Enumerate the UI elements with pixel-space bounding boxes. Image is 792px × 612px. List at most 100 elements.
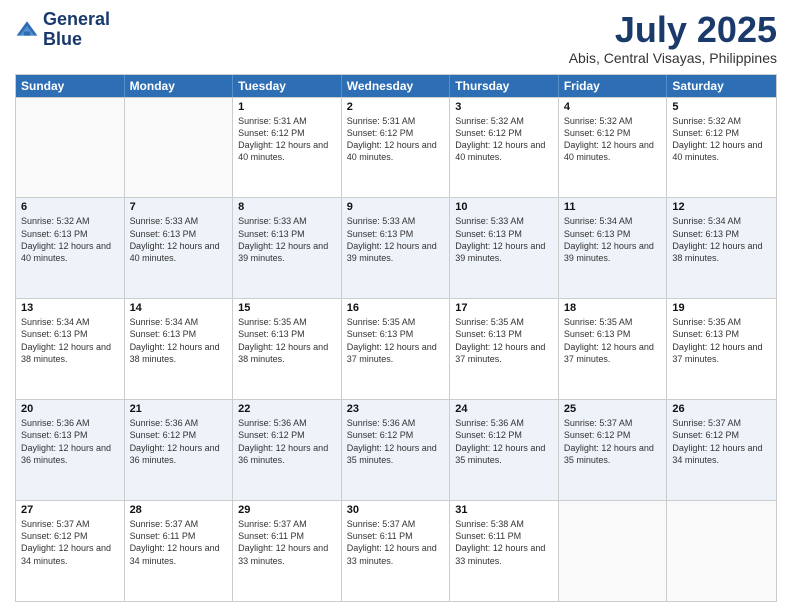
day-info: Sunrise: 5:34 AM Sunset: 6:13 PM Dayligh… — [130, 316, 228, 365]
calendar-cell: 13 Sunrise: 5:34 AM Sunset: 6:13 PM Dayli… — [16, 299, 125, 399]
day-info: Sunrise: 5:34 AM Sunset: 6:13 PM Dayligh… — [672, 215, 771, 264]
calendar-row: 20 Sunrise: 5:36 AM Sunset: 6:13 PM Dayli… — [16, 399, 776, 500]
day-number: 1 — [238, 101, 336, 113]
day-number: 22 — [238, 403, 336, 415]
day-number: 21 — [130, 403, 228, 415]
day-info: Sunrise: 5:31 AM Sunset: 6:12 PM Dayligh… — [347, 115, 445, 164]
calendar-cell: 30 Sunrise: 5:37 AM Sunset: 6:11 PM Dayli… — [342, 501, 451, 601]
header: General Blue July 2025 Abis, Central Vis… — [15, 10, 777, 66]
day-number: 9 — [347, 201, 445, 213]
day-number: 29 — [238, 504, 336, 516]
day-info: Sunrise: 5:36 AM Sunset: 6:12 PM Dayligh… — [130, 417, 228, 466]
calendar-cell: 17Sunrise: 5:35 AM Sunset: 6:13 PM Dayli… — [450, 299, 559, 399]
day-number: 4 — [564, 101, 662, 113]
day-info: Sunrise: 5:33 AM Sunset: 6:13 PM Dayligh… — [347, 215, 445, 264]
calendar-cell: 19Sunrise: 5:35 AM Sunset: 6:13 PM Dayli… — [667, 299, 776, 399]
calendar-cell: 26 Sunrise: 5:37 AM Sunset: 6:12 PM Dayli… — [667, 400, 776, 500]
calendar-cell: 6Sunrise: 5:32 AM Sunset: 6:13 PM Daylig… — [16, 198, 125, 298]
calendar-cell: 4 Sunrise: 5:32 AM Sunset: 6:12 PM Daylig… — [559, 98, 668, 198]
day-info: Sunrise: 5:35 AM Sunset: 6:13 PM Dayligh… — [672, 316, 771, 365]
day-number: 5 — [672, 101, 771, 113]
calendar-row: 27 Sunrise: 5:37 AM Sunset: 6:12 PM Dayli… — [16, 500, 776, 601]
calendar-cell: 9 Sunrise: 5:33 AM Sunset: 6:13 PM Daylig… — [342, 198, 451, 298]
day-number: 18 — [564, 302, 662, 314]
day-info: Sunrise: 5:31 AM Sunset: 6:12 PM Dayligh… — [238, 115, 336, 164]
calendar-cell: 3 Sunrise: 5:32 AM Sunset: 6:12 PM Daylig… — [450, 98, 559, 198]
day-info: Sunrise: 5:37 AM Sunset: 6:12 PM Dayligh… — [564, 417, 662, 466]
day-number: 25 — [564, 403, 662, 415]
day-info: Sunrise: 5:37 AM Sunset: 6:11 PM Dayligh… — [347, 518, 445, 567]
month-year: July 2025 — [569, 10, 777, 50]
logo-text: General Blue — [43, 10, 110, 50]
calendar-page: General Blue July 2025 Abis, Central Vis… — [0, 0, 792, 612]
day-info: Sunrise: 5:32 AM Sunset: 6:12 PM Dayligh… — [564, 115, 662, 164]
calendar-cell: 24 Sunrise: 5:36 AM Sunset: 6:12 PM Dayli… — [450, 400, 559, 500]
logo-line1: General — [43, 10, 110, 30]
calendar-cell: 12 Sunrise: 5:34 AM Sunset: 6:13 PM Dayli… — [667, 198, 776, 298]
day-number: 24 — [455, 403, 553, 415]
day-info: Sunrise: 5:35 AM Sunset: 6:13 PM Dayligh… — [455, 316, 553, 365]
day-number: 26 — [672, 403, 771, 415]
calendar-cell: 28 Sunrise: 5:37 AM Sunset: 6:11 PM Dayli… — [125, 501, 234, 601]
day-number: 6 — [21, 201, 119, 213]
day-number: 28 — [130, 504, 228, 516]
day-info: Sunrise: 5:36 AM Sunset: 6:13 PM Dayligh… — [21, 417, 119, 466]
day-info: Sunrise: 5:36 AM Sunset: 6:12 PM Dayligh… — [347, 417, 445, 466]
calendar-cell: 27 Sunrise: 5:37 AM Sunset: 6:12 PM Dayli… — [16, 501, 125, 601]
calendar-cell: 5Sunrise: 5:32 AM Sunset: 6:12 PM Daylig… — [667, 98, 776, 198]
day-info: Sunrise: 5:37 AM Sunset: 6:12 PM Dayligh… — [672, 417, 771, 466]
day-info: Sunrise: 5:33 AM Sunset: 6:13 PM Dayligh… — [130, 215, 228, 264]
calendar-cell — [16, 98, 125, 198]
day-number: 12 — [672, 201, 771, 213]
calendar-cell: 18 Sunrise: 5:35 AM Sunset: 6:13 PM Dayli… — [559, 299, 668, 399]
day-number: 30 — [347, 504, 445, 516]
location: Abis, Central Visayas, Philippines — [569, 50, 777, 66]
day-number: 10 — [455, 201, 553, 213]
calendar-row: 6Sunrise: 5:32 AM Sunset: 6:13 PM Daylig… — [16, 197, 776, 298]
calendar-cell: 7 Sunrise: 5:33 AM Sunset: 6:13 PM Daylig… — [125, 198, 234, 298]
calendar-body: 1 Sunrise: 5:31 AM Sunset: 6:12 PM Daylig… — [16, 97, 776, 601]
day-info: Sunrise: 5:38 AM Sunset: 6:11 PM Dayligh… — [455, 518, 553, 567]
title-block: July 2025 Abis, Central Visayas, Philipp… — [569, 10, 777, 66]
calendar-header: SundayMondayTuesdayWednesdayThursdayFrid… — [16, 75, 776, 97]
day-number: 14 — [130, 302, 228, 314]
calendar-cell: 31 Sunrise: 5:38 AM Sunset: 6:11 PM Dayli… — [450, 501, 559, 601]
day-number: 8 — [238, 201, 336, 213]
day-info: Sunrise: 5:35 AM Sunset: 6:13 PM Dayligh… — [564, 316, 662, 365]
calendar-cell: 2Sunrise: 5:31 AM Sunset: 6:12 PM Daylig… — [342, 98, 451, 198]
calendar-cell: 25 Sunrise: 5:37 AM Sunset: 6:12 PM Dayli… — [559, 400, 668, 500]
day-info: Sunrise: 5:34 AM Sunset: 6:13 PM Dayligh… — [564, 215, 662, 264]
day-number: 20 — [21, 403, 119, 415]
day-number: 27 — [21, 504, 119, 516]
calendar-cell — [667, 501, 776, 601]
day-info: Sunrise: 5:32 AM Sunset: 6:12 PM Dayligh… — [455, 115, 553, 164]
calendar-cell: 20 Sunrise: 5:36 AM Sunset: 6:13 PM Dayli… — [16, 400, 125, 500]
day-info: Sunrise: 5:37 AM Sunset: 6:12 PM Dayligh… — [21, 518, 119, 567]
day-info: Sunrise: 5:36 AM Sunset: 6:12 PM Dayligh… — [455, 417, 553, 466]
day-info: Sunrise: 5:35 AM Sunset: 6:13 PM Dayligh… — [238, 316, 336, 365]
logo-icon — [15, 18, 39, 42]
calendar-cell: 10Sunrise: 5:33 AM Sunset: 6:13 PM Dayli… — [450, 198, 559, 298]
calendar-cell: 8Sunrise: 5:33 AM Sunset: 6:13 PM Daylig… — [233, 198, 342, 298]
weekday-header: Wednesday — [342, 75, 451, 97]
weekday-header: Tuesday — [233, 75, 342, 97]
logo-line2: Blue — [43, 30, 110, 50]
day-info: Sunrise: 5:37 AM Sunset: 6:11 PM Dayligh… — [130, 518, 228, 567]
calendar-cell: 21 Sunrise: 5:36 AM Sunset: 6:12 PM Dayli… — [125, 400, 234, 500]
calendar-cell — [559, 501, 668, 601]
day-number: 13 — [21, 302, 119, 314]
day-number: 15 — [238, 302, 336, 314]
calendar-cell: 22Sunrise: 5:36 AM Sunset: 6:12 PM Dayli… — [233, 400, 342, 500]
weekday-header: Sunday — [16, 75, 125, 97]
day-info: Sunrise: 5:34 AM Sunset: 6:13 PM Dayligh… — [21, 316, 119, 365]
day-number: 7 — [130, 201, 228, 213]
calendar: SundayMondayTuesdayWednesdayThursdayFrid… — [15, 74, 777, 602]
calendar-cell: 16Sunrise: 5:35 AM Sunset: 6:13 PM Dayli… — [342, 299, 451, 399]
day-number: 23 — [347, 403, 445, 415]
day-number: 3 — [455, 101, 553, 113]
calendar-cell: 14 Sunrise: 5:34 AM Sunset: 6:13 PM Dayli… — [125, 299, 234, 399]
day-info: Sunrise: 5:35 AM Sunset: 6:13 PM Dayligh… — [347, 316, 445, 365]
calendar-row: 1 Sunrise: 5:31 AM Sunset: 6:12 PM Daylig… — [16, 97, 776, 198]
day-number: 31 — [455, 504, 553, 516]
weekday-header: Saturday — [667, 75, 776, 97]
